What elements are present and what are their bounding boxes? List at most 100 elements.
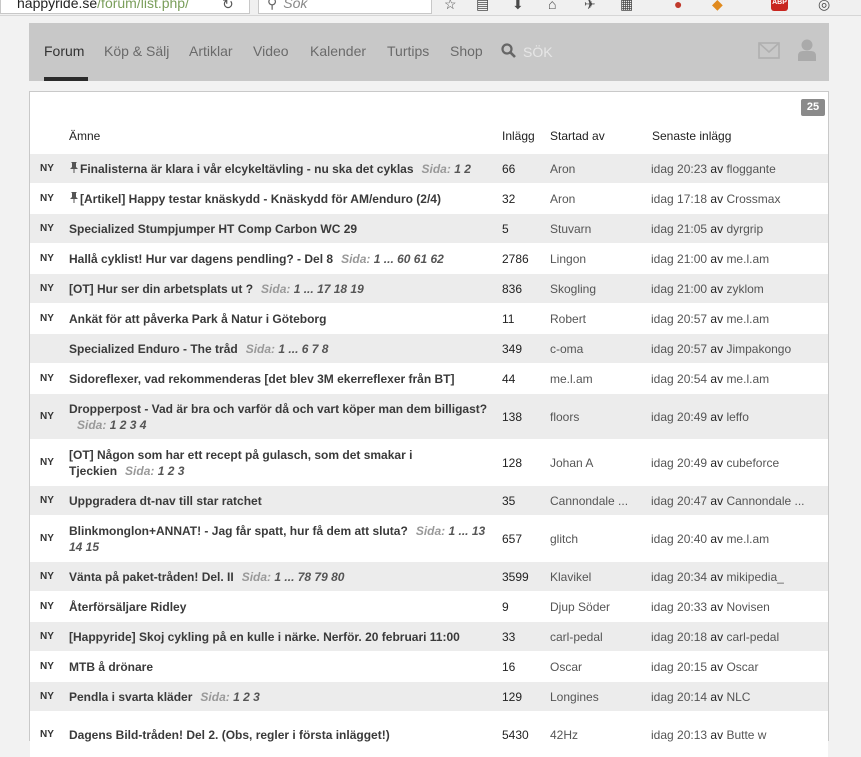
pocket-icon[interactable]: ✈ [584, 0, 596, 13]
download-icon[interactable]: ⬇ [512, 0, 524, 13]
thread-author-link[interactable]: glitch [550, 516, 632, 561]
latest-author-link[interactable]: leffo [726, 410, 748, 424]
chat-icon[interactable]: ◎ [818, 0, 830, 13]
thread-title-link[interactable]: Dagens Bild-tråden! Del 2. (Obs, regler … [69, 728, 390, 742]
thread-title-link[interactable]: Hallå cyklist! Hur var dagens pendling? … [69, 252, 333, 266]
latest-author-link[interactable]: me.l.am [726, 532, 769, 546]
thread-title-link[interactable]: Blinkmonglon+ANNAT! - Jag får spatt, hur… [69, 524, 408, 538]
latest-time[interactable]: idag 20:13 [651, 728, 707, 742]
thread-title-link[interactable]: [Happyride] Skoj cykling på en kulle i n… [69, 630, 460, 644]
latest-author-link[interactable]: Cannondale ... [726, 494, 804, 508]
latest-time[interactable]: idag 20:33 [651, 600, 707, 614]
latest-time[interactable]: idag 21:05 [651, 222, 707, 236]
thread-title-link[interactable]: Vänta på paket-tråden! Del. II [69, 570, 234, 584]
latest-author-link[interactable]: me.l.am [726, 312, 769, 326]
thread-author-link[interactable]: Aron [550, 184, 632, 213]
search-icon[interactable] [501, 43, 516, 58]
latest-time[interactable]: idag 20:47 [651, 494, 707, 508]
reading-list-icon[interactable]: ▤ [476, 0, 489, 13]
thread-title-link[interactable]: Specialized Enduro - The tråd [69, 342, 238, 356]
thread-author-link[interactable]: Stuvarn [550, 214, 632, 243]
latest-time[interactable]: idag 20:18 [651, 630, 707, 644]
page-links[interactable]: 1 ... 60 61 62 [374, 252, 444, 266]
latest-time[interactable]: idag 20:49 [651, 456, 707, 470]
thread-title-link[interactable]: Specialized Stumpjumper HT Comp Carbon W… [69, 222, 357, 236]
latest-author-link[interactable]: Butte w [726, 728, 766, 742]
latest-author-link[interactable]: mikipedia_ [726, 570, 783, 584]
page-links[interactable]: 1 2 3 [158, 464, 185, 478]
latest-time[interactable]: idag 20:23 [651, 162, 707, 176]
page-links[interactable]: 1 ... 78 79 80 [274, 570, 344, 584]
thread-title-link[interactable]: Återförsäljare Ridley [69, 600, 186, 614]
apps-grid-icon[interactable]: ▦ [620, 0, 633, 13]
latest-author-link[interactable]: dyrgrip [726, 222, 763, 236]
page-links[interactable]: 1 2 3 4 [110, 418, 147, 432]
thread-author-link[interactable]: 42Hz [550, 712, 632, 757]
latest-author-link[interactable]: NLC [726, 690, 750, 704]
thread-author-link[interactable]: carl-pedal [550, 622, 632, 651]
latest-author-link[interactable]: Jimpakongo [726, 342, 791, 356]
latest-time[interactable]: idag 21:00 [651, 252, 707, 266]
bookmark-star-icon[interactable]: ☆ [444, 0, 457, 13]
thread-author-link[interactable]: Cannondale ... [550, 486, 632, 515]
thread-author-link[interactable]: me.l.am [550, 364, 632, 393]
mail-icon[interactable] [758, 42, 780, 59]
page-links[interactable]: 1 2 [454, 162, 471, 176]
extension-2-icon[interactable]: ◆ [712, 0, 723, 13]
latest-time[interactable]: idag 20:14 [651, 690, 707, 704]
thread-author-link[interactable]: Djup Söder [550, 592, 632, 621]
page-links[interactable]: 1 2 3 [233, 690, 260, 704]
thread-author-link[interactable]: Oscar [550, 652, 632, 681]
thread-author-link[interactable]: Skogling [550, 274, 632, 303]
latest-author-link[interactable]: me.l.am [726, 372, 769, 386]
latest-time[interactable]: idag 17:18 [651, 192, 707, 206]
thread-author-link[interactable]: floors [550, 394, 632, 439]
thread-title-link[interactable]: Sidoreflexer, vad rekommenderas [det ble… [69, 372, 455, 386]
latest-author-link[interactable]: Novisen [726, 600, 769, 614]
extension-icon[interactable]: ● [674, 0, 682, 12]
thread-author-link[interactable]: Lingon [550, 244, 632, 273]
latest-time[interactable]: idag 20:49 [651, 410, 707, 424]
nav-kop-salj[interactable]: Köp & Sälj [104, 43, 169, 59]
thread-author-link[interactable]: Longines [550, 682, 632, 711]
thread-author-link[interactable]: Klavikel [550, 562, 632, 591]
latest-time[interactable]: idag 20:57 [651, 342, 707, 356]
nav-forum[interactable]: Forum [44, 43, 84, 59]
latest-author-link[interactable]: floggante [726, 162, 775, 176]
latest-author-link[interactable]: Oscar [726, 660, 758, 674]
thread-author-link[interactable]: Aron [550, 154, 632, 183]
thread-title-link[interactable]: Dropperpost - Vad är bra och varför då o… [69, 402, 487, 416]
url-bar[interactable]: happyride.se/forum/list.php/ [0, 0, 250, 14]
adblock-icon[interactable]: ABP [771, 0, 788, 11]
latest-author-link[interactable]: carl-pedal [726, 630, 779, 644]
latest-author-link[interactable]: cubeforce [726, 456, 779, 470]
thread-author-link[interactable]: c-oma [550, 334, 632, 363]
latest-author-link[interactable]: zyklom [726, 282, 763, 296]
reload-icon[interactable]: ↻ [222, 0, 234, 13]
thread-title-link[interactable]: [OT] Hur ser din arbetsplats ut ? [69, 282, 253, 296]
thread-title-link[interactable]: [OT] Någon som har ett recept på gulasch… [69, 448, 412, 478]
latest-time[interactable]: idag 21:00 [651, 282, 707, 296]
nav-video[interactable]: Video [253, 43, 289, 59]
thread-title-link[interactable]: [Artikel] Happy testar knäskydd - Knäsky… [80, 192, 441, 206]
nav-artiklar[interactable]: Artiklar [189, 43, 233, 59]
user-icon[interactable] [797, 39, 817, 61]
thread-title-link[interactable]: Pendla i svarta kläder [69, 690, 192, 704]
nav-kalender[interactable]: Kalender [310, 43, 366, 59]
latest-time[interactable]: idag 20:40 [651, 532, 707, 546]
nav-turtips[interactable]: Turtips [387, 43, 429, 59]
latest-time[interactable]: idag 20:57 [651, 312, 707, 326]
home-icon[interactable]: ⌂ [548, 0, 556, 12]
thread-author-link[interactable]: Robert [550, 304, 632, 333]
browser-search-input[interactable]: ⚲ Sök [258, 0, 432, 14]
thread-title-link[interactable]: Ankät för att påverka Park å Natur i Göt… [69, 312, 326, 326]
search-label[interactable]: SÖK [523, 44, 553, 60]
latest-time[interactable]: idag 20:34 [651, 570, 707, 584]
latest-time[interactable]: idag 20:54 [651, 372, 707, 386]
nav-shop[interactable]: Shop [450, 43, 483, 59]
thread-title-link[interactable]: Finalisterna är klara i vår elcykeltävli… [80, 162, 414, 176]
thread-author-link[interactable]: Johan A [550, 440, 632, 485]
latest-author-link[interactable]: me.l.am [726, 252, 769, 266]
latest-author-link[interactable]: Crossmax [726, 192, 780, 206]
thread-count-badge[interactable]: 25 [801, 99, 825, 116]
